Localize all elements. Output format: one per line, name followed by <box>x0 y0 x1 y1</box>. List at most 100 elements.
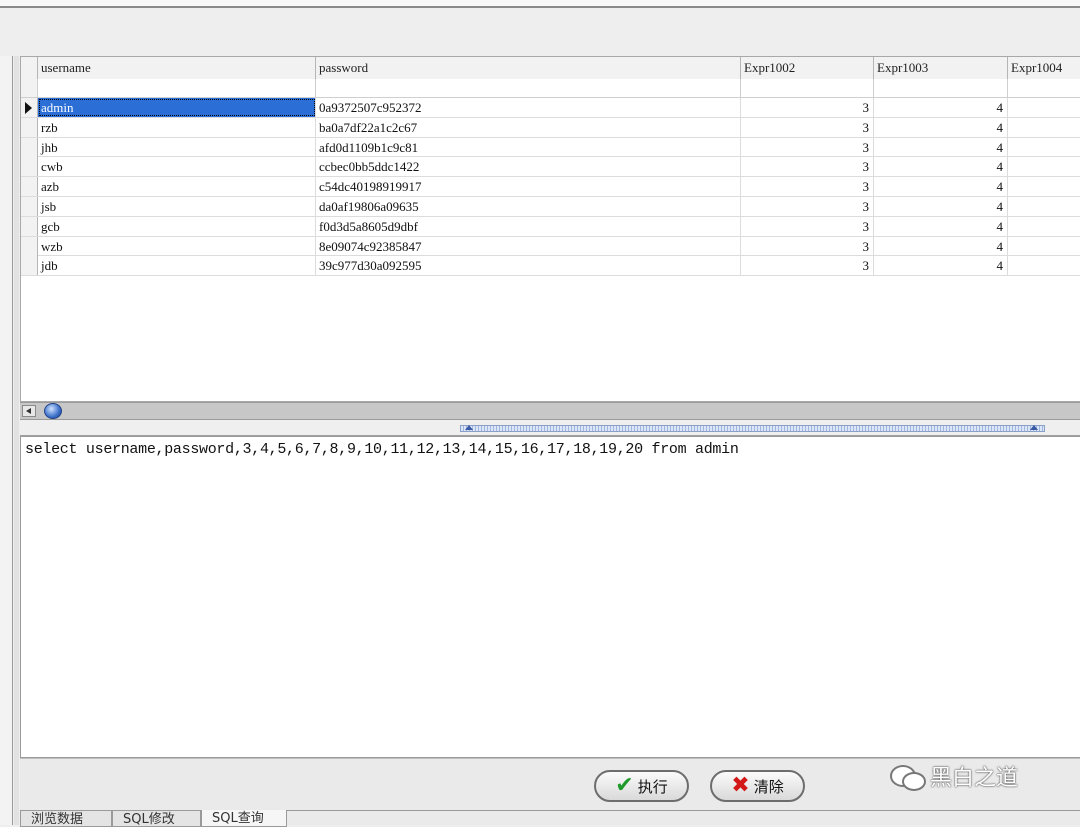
execute-button-label: 执行 <box>637 777 668 796</box>
scroll-left-icon[interactable] <box>22 405 36 417</box>
table-cell[interactable]: rzb <box>38 117 316 137</box>
table-row[interactable]: azb c54dc40198919917 3 4 <box>21 177 1080 197</box>
table-cell[interactable]: 4 <box>874 256 1008 276</box>
sql-text[interactable]: select username,password,3,4,5,6,7,8,9,1… <box>25 441 739 458</box>
grid-rows: admin 0a9372507c952372 3 4 rzb ba0a7df22a1c2c… <box>21 98 1080 277</box>
column-header-username[interactable]: username <box>38 57 316 79</box>
row-indicator[interactable] <box>21 98 38 117</box>
table-cell[interactable]: 4 <box>874 98 1008 117</box>
tab-bar: 浏览数据 SQL修改 SQL查询 <box>20 810 1080 827</box>
table-row[interactable]: jdb 39c977d30a092595 3 4 <box>21 256 1080 277</box>
table-cell[interactable]: ccbec0bb5ddc1422 <box>316 157 741 177</box>
table-cell[interactable]: 3 <box>741 256 874 276</box>
table-cell[interactable]: 39c977d30a092595 <box>316 256 741 276</box>
table-cell[interactable]: 4 <box>874 216 1008 236</box>
wechat-icon <box>890 763 926 791</box>
watermark-text: 黑白之道 <box>930 766 1019 791</box>
row-indicator[interactable] <box>21 117 38 137</box>
table-cell[interactable]: 3 <box>741 157 874 177</box>
table-cell[interactable] <box>1008 177 1080 196</box>
splitter-up-icon[interactable] <box>1030 425 1038 430</box>
table-cell[interactable]: f0d3d5a8605d9dbf <box>316 216 741 236</box>
splitter-up-icon[interactable] <box>465 425 473 430</box>
table-cell[interactable]: 3 <box>741 236 874 256</box>
row-indicator[interactable] <box>21 216 38 236</box>
table-cell[interactable]: 4 <box>874 177 1008 197</box>
splitter-grip[interactable] <box>460 425 1045 432</box>
table-cell[interactable]: wzb <box>38 236 316 256</box>
table-cell[interactable]: 4 <box>874 137 1008 157</box>
row-indicator[interactable] <box>21 137 38 157</box>
column-header-expr1002[interactable]: Expr1002 <box>741 57 874 79</box>
filter-cell[interactable] <box>316 79 741 97</box>
table-cell[interactable] <box>1008 237 1080 256</box>
table-cell[interactable]: gcb <box>38 216 316 236</box>
checkmark-icon: ✔ <box>615 773 634 798</box>
table-cell[interactable] <box>1008 256 1080 275</box>
horizontal-scrollbar[interactable] <box>20 402 1080 420</box>
table-cell[interactable]: 3 <box>741 196 874 216</box>
table-cell[interactable] <box>1008 197 1080 216</box>
table-cell[interactable]: 4 <box>874 157 1008 177</box>
left-panel-divider <box>14 56 19 825</box>
tab-sql-query[interactable]: SQL查询 <box>201 810 287 827</box>
current-row-arrow-icon <box>25 102 32 114</box>
table-row[interactable]: jhb afd0d1109b1c9c81 3 4 <box>21 137 1080 158</box>
table-cell[interactable]: jdb <box>38 256 316 276</box>
table-cell[interactable]: admin <box>38 98 316 117</box>
panel-splitter[interactable] <box>20 420 1080 436</box>
table-row[interactable]: wzb 8e09074c92385847 3 4 <box>21 236 1080 257</box>
row-indicator[interactable] <box>21 177 38 197</box>
column-header-expr1003[interactable]: Expr1003 <box>874 57 1008 79</box>
grid-header: username password Expr1002 Expr1003 Expr… <box>21 57 1080 80</box>
table-row[interactable]: rzb ba0a7df22a1c2c67 3 4 <box>21 117 1080 138</box>
table-cell[interactable]: ba0a7df22a1c2c67 <box>316 117 741 137</box>
table-cell[interactable]: 3 <box>741 98 874 117</box>
table-cell[interactable]: 0a9372507c952372 <box>316 98 741 117</box>
table-cell[interactable]: c54dc40198919917 <box>316 177 741 197</box>
table-cell[interactable]: cwb <box>38 157 316 177</box>
filter-indicator <box>21 79 38 97</box>
row-indicator[interactable] <box>21 256 38 276</box>
table-cell[interactable]: 3 <box>741 216 874 236</box>
grid-corner <box>21 57 38 79</box>
table-cell[interactable]: 8e09074c92385847 <box>316 236 741 256</box>
filter-cell[interactable] <box>874 79 1008 97</box>
filter-cell[interactable] <box>38 79 316 97</box>
table-cell[interactable]: jsb <box>38 196 316 216</box>
table-cell[interactable]: azb <box>38 177 316 197</box>
table-cell[interactable]: 4 <box>874 196 1008 216</box>
table-cell[interactable]: 3 <box>741 137 874 157</box>
watermark: 黑白之道 <box>890 760 1018 792</box>
table-cell[interactable]: 3 <box>741 117 874 137</box>
table-row[interactable]: admin 0a9372507c952372 3 4 <box>21 98 1080 118</box>
table-cell[interactable]: afd0d1109b1c9c81 <box>316 137 741 157</box>
table-cell[interactable]: 4 <box>874 236 1008 256</box>
table-cell[interactable] <box>1008 217 1080 236</box>
column-header-expr1004[interactable]: Expr1004 <box>1008 57 1080 79</box>
table-cell[interactable]: 4 <box>874 117 1008 137</box>
table-cell[interactable] <box>1008 157 1080 176</box>
table-row[interactable]: gcb f0d3d5a8605d9dbf 3 4 <box>21 216 1080 237</box>
table-cell[interactable]: da0af19806a09635 <box>316 196 741 216</box>
table-cell[interactable] <box>1008 118 1080 137</box>
table-cell[interactable]: 3 <box>741 177 874 197</box>
filter-cell[interactable] <box>741 79 874 97</box>
grid-filter-row <box>21 79 1080 98</box>
table-cell[interactable]: jhb <box>38 137 316 157</box>
row-indicator[interactable] <box>21 236 38 256</box>
row-indicator[interactable] <box>21 157 38 177</box>
table-cell[interactable] <box>1008 98 1080 117</box>
row-indicator[interactable] <box>21 196 38 216</box>
table-row[interactable]: jsb da0af19806a09635 3 4 <box>21 196 1080 217</box>
table-cell[interactable] <box>1008 138 1080 157</box>
table-row[interactable]: cwb ccbec0bb5ddc1422 3 4 <box>21 157 1080 178</box>
clear-button[interactable]: ✖ 清除 <box>710 770 805 802</box>
clear-button-label: 清除 <box>753 777 784 796</box>
execute-button[interactable]: ✔ 执行 <box>594 770 689 802</box>
scroll-thumb[interactable] <box>44 403 62 419</box>
column-header-password[interactable]: password <box>316 57 741 79</box>
sql-editor[interactable]: select username,password,3,4,5,6,7,8,9,1… <box>20 436 1080 758</box>
filter-cell[interactable] <box>1008 79 1080 97</box>
result-grid[interactable]: username password Expr1002 Expr1003 Expr… <box>20 56 1080 402</box>
